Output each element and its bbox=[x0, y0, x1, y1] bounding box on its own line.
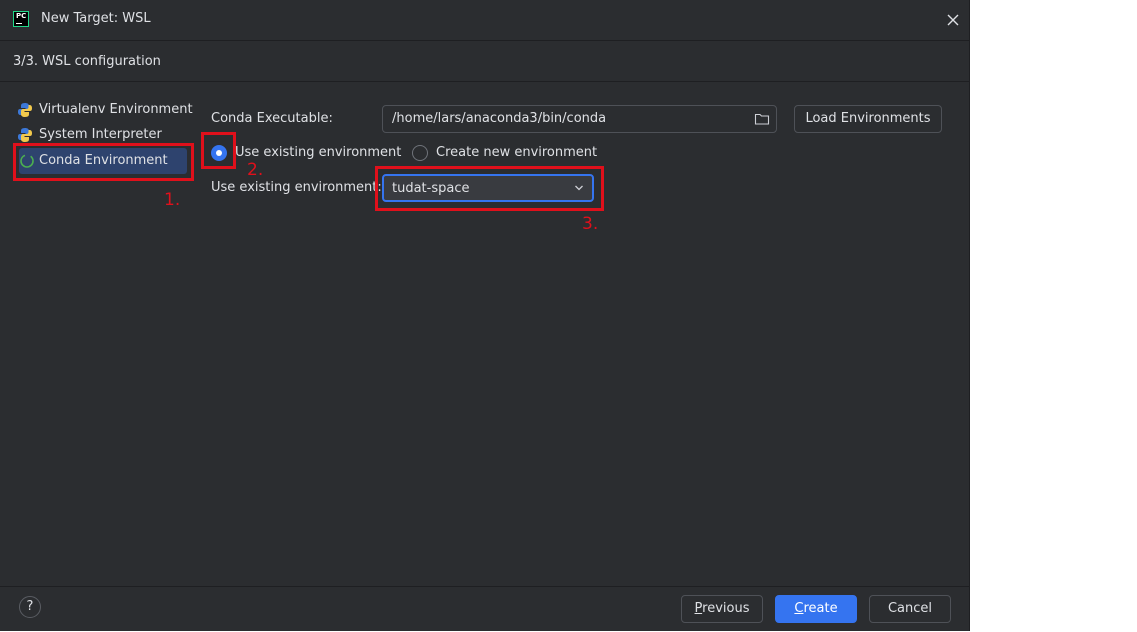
title-bar: PC New Target: WSL bbox=[0, 0, 969, 41]
annotation-label-2: 2. bbox=[247, 160, 264, 180]
conda-executable-label: Conda Executable: bbox=[211, 111, 333, 126]
sidebar-item-label: System Interpreter bbox=[39, 127, 162, 142]
cancel-button[interactable]: Cancel bbox=[869, 595, 951, 623]
new-target-dialog: PC New Target: WSL 3/3. WSL configuratio… bbox=[0, 0, 970, 631]
window-title: New Target: WSL bbox=[41, 11, 151, 26]
previous-button[interactable]: Previous bbox=[681, 595, 763, 623]
python-icon bbox=[18, 103, 32, 117]
close-icon[interactable] bbox=[944, 11, 962, 29]
folder-icon[interactable] bbox=[754, 111, 770, 127]
conda-executable-value: /home/lars/anaconda3/bin/conda bbox=[392, 111, 607, 126]
radio-create-new[interactable] bbox=[412, 145, 428, 161]
annotation-box-1 bbox=[13, 143, 194, 181]
step-title: 3/3. WSL configuration bbox=[13, 54, 161, 69]
create-label-rest: reate bbox=[803, 601, 838, 616]
annotation-label-3: 3. bbox=[582, 214, 599, 234]
conda-executable-field[interactable]: /home/lars/anaconda3/bin/conda bbox=[382, 105, 777, 133]
annotation-label-1: 1. bbox=[164, 190, 181, 210]
annotation-box-3 bbox=[375, 166, 604, 211]
load-environments-button[interactable]: Load Environments bbox=[794, 105, 942, 133]
python-icon bbox=[18, 128, 32, 142]
previous-label-rest: revious bbox=[702, 601, 750, 616]
sidebar-item-virtualenv[interactable]: Virtualenv Environment bbox=[17, 99, 193, 121]
annotation-box-2 bbox=[201, 132, 236, 169]
previous-mnemonic: P bbox=[694, 601, 703, 616]
sidebar-item-label: Virtualenv Environment bbox=[39, 102, 193, 117]
pycharm-icon: PC bbox=[13, 11, 29, 27]
radio-create-new-label[interactable]: Create new environment bbox=[436, 145, 597, 160]
help-button[interactable]: ? bbox=[19, 596, 41, 618]
step-header: 3/3. WSL configuration bbox=[0, 41, 969, 82]
create-button[interactable]: Create bbox=[775, 595, 857, 623]
existing-env-label: Use existing environment: bbox=[211, 180, 382, 195]
radio-use-existing-label[interactable]: Use existing environment bbox=[235, 145, 401, 160]
